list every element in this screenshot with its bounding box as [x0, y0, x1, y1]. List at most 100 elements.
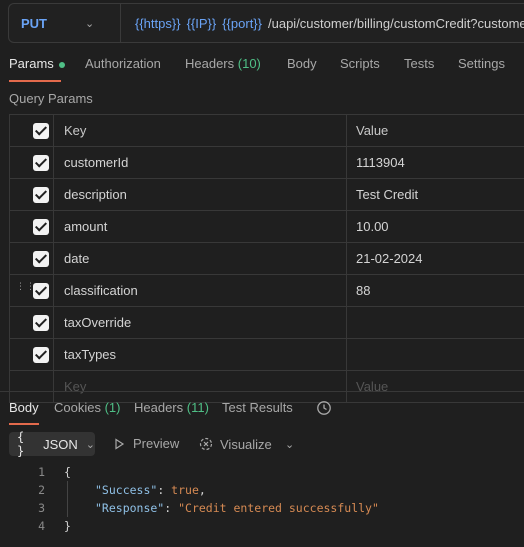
checkbox-cell [10, 307, 54, 338]
code-line: 2 "Success": true, [0, 481, 524, 499]
preview-button[interactable]: Preview [113, 436, 179, 451]
line-number: 4 [38, 519, 45, 533]
url-path: /uapi/customer/billing/customCredit?cust… [268, 15, 524, 31]
header-key: Key [54, 115, 347, 146]
code-line: 3 "Response": "Credit entered successful… [0, 499, 524, 517]
param-value[interactable]: 10.00 [347, 211, 524, 242]
tab-headers-count: (10) [237, 56, 261, 71]
row-checkbox[interactable] [33, 347, 49, 363]
chevron-down-icon: ⌄ [85, 438, 95, 451]
response-active-tab-underline [9, 423, 39, 425]
tab-tests[interactable]: Tests [404, 56, 434, 71]
new-key-placeholder[interactable]: Key [54, 371, 347, 402]
tab-params-label: Params [9, 56, 54, 71]
url-var-ip: {{IP}} [186, 15, 217, 31]
tab-headers-label: Headers [185, 56, 235, 71]
format-select[interactable]: { } JSON ⌄ [9, 430, 95, 458]
table-row: taxTypes [9, 339, 524, 371]
row-checkbox[interactable] [33, 187, 49, 203]
response-tab-headers[interactable]: Headers (11) [134, 400, 209, 415]
json-key-response: "Response" [95, 501, 165, 515]
visualize-button[interactable]: Visualize [198, 436, 272, 452]
select-all-cell [10, 115, 54, 146]
visualize-label: Visualize [220, 436, 272, 452]
checkbox-cell [10, 211, 54, 242]
param-value[interactable] [347, 339, 524, 370]
json-value-response: "Credit entered successfully" [178, 501, 379, 515]
play-icon [115, 437, 125, 450]
request-url-bar: PUT ⌄ {{https}} {{IP}} {{port}} /uapi/custo… [8, 3, 524, 43]
table-row: ⋮⋮ classification 88 [9, 275, 524, 307]
url-input[interactable]: {{https}} {{IP}} {{port}} /uapi/customer/bi… [121, 16, 524, 31]
code-open-brace: { [64, 465, 71, 479]
param-key[interactable]: customerId [54, 147, 347, 178]
param-key[interactable]: date [54, 243, 347, 274]
tab-authorization[interactable]: Authorization [85, 56, 161, 71]
code-line: 4 } [0, 517, 524, 535]
code-line: 1 { [0, 463, 524, 481]
row-checkbox[interactable] [33, 283, 49, 299]
method-select[interactable]: PUT ⌄ [9, 4, 121, 42]
code-entry-response: "Response": "Credit entered successfully… [95, 501, 379, 515]
param-value[interactable]: Test Credit [347, 179, 524, 210]
visualize-icon [199, 437, 213, 451]
response-tab-cookies-count: (1) [104, 400, 121, 415]
table-header-row: Key Value [9, 115, 524, 147]
header-value: Value [356, 123, 389, 138]
table-row: description Test Credit [9, 179, 524, 211]
history-icon[interactable] [316, 400, 332, 416]
response-tab-test-results[interactable]: Test Results [222, 400, 293, 415]
json-key-success: "Success" [95, 483, 158, 497]
select-all-checkbox[interactable] [33, 123, 49, 139]
response-tab-cookies[interactable]: Cookies (1) [54, 400, 120, 415]
checkbox-cell: ⋮⋮ [10, 275, 54, 306]
table-row: customerId 1113904 [9, 147, 524, 179]
method-label: PUT [21, 15, 47, 31]
table-row: amount 10.00 [9, 211, 524, 243]
request-tabs: Params Authorization Headers (10) Body S… [0, 56, 524, 80]
code-entry-success: "Success": true, [95, 483, 206, 497]
param-value[interactable]: 21-02-2024 [347, 243, 524, 274]
url-var-port: {{port}} [222, 15, 262, 31]
active-tab-underline [9, 80, 61, 82]
params-active-dot [58, 61, 65, 68]
format-label: JSON [43, 436, 78, 452]
tab-body[interactable]: Body [287, 56, 317, 71]
table-row: date 21-02-2024 [9, 243, 524, 275]
row-checkbox[interactable] [33, 315, 49, 331]
url-var-https: {{https}} [135, 15, 181, 31]
query-params-title: Query Params [9, 91, 93, 106]
param-value[interactable]: 88 [347, 275, 524, 306]
tab-params[interactable]: Params [9, 56, 65, 71]
checkbox-cell [10, 243, 54, 274]
drag-handle-icon[interactable]: ⋮⋮ [16, 282, 35, 298]
param-key[interactable]: amount [54, 211, 347, 242]
code-close-brace: } [64, 519, 71, 533]
row-checkbox[interactable] [33, 251, 49, 267]
row-checkbox[interactable] [33, 219, 49, 235]
param-key[interactable]: taxTypes [54, 339, 347, 370]
visualize-chevron-icon[interactable]: ⌄ [285, 438, 294, 451]
checkbox-cell [10, 147, 54, 178]
new-param-row: Key Value [9, 371, 524, 403]
param-key[interactable]: classification [54, 275, 347, 306]
line-number: 3 [38, 501, 45, 515]
tab-headers[interactable]: Headers (10) [185, 56, 261, 71]
param-key[interactable]: taxOverride [54, 307, 347, 338]
preview-label: Preview [133, 436, 180, 451]
response-tab-body[interactable]: Body [9, 400, 39, 415]
braces-icon: { } [17, 430, 25, 458]
row-checkbox[interactable] [33, 155, 49, 171]
tab-scripts[interactable]: Scripts [340, 56, 380, 71]
param-value[interactable]: 1113904 [347, 147, 524, 178]
checkbox-cell [10, 339, 54, 370]
response-tabs: Body Cookies (1) Headers (11) Test Resul… [0, 400, 524, 424]
line-number: 1 [38, 465, 45, 479]
tab-settings[interactable]: Settings [458, 56, 505, 71]
param-value[interactable] [347, 307, 524, 338]
new-value-placeholder[interactable]: Value [347, 371, 524, 402]
table-row: taxOverride [9, 307, 524, 339]
pane-divider[interactable] [0, 391, 524, 392]
response-tab-cookies-label: Cookies [54, 400, 101, 415]
param-key[interactable]: description [54, 179, 347, 210]
